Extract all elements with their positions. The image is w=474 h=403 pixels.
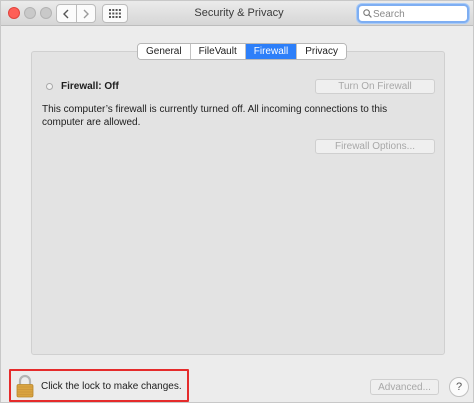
forward-button[interactable] [75,5,96,22]
search-field[interactable] [357,4,469,23]
preferences-window: Security & Privacy General FileVault Fir… [0,0,474,403]
close-button[interactable] [8,7,20,19]
grid-icon [109,9,121,18]
firewall-status: Firewall: Off [61,81,119,92]
chevron-left-icon [63,9,69,18]
zoom-button[interactable] [40,7,52,19]
tab-bar: General FileVault Firewall Privacy [137,43,347,60]
advanced-button[interactable]: Advanced... [370,379,439,395]
tab-filevault[interactable]: FileVault [190,44,246,59]
show-all-button[interactable] [102,4,128,23]
search-input[interactable] [373,7,465,21]
lock-message[interactable]: Click the lock to make changes. [41,381,182,392]
title-bar: Security & Privacy [1,1,473,26]
help-button[interactable]: ? [449,377,469,397]
firewall-description: This computer’s firewall is currently tu… [42,104,388,128]
turn-on-firewall-button[interactable]: Turn On Firewall [315,79,435,94]
firewall-status-indicator [46,83,53,90]
tab-privacy[interactable]: Privacy [297,44,346,59]
window-title: Security & Privacy [194,7,284,19]
back-button[interactable] [57,5,76,22]
tab-general[interactable]: General [138,44,191,59]
firewall-options-button[interactable]: Firewall Options... [315,139,435,154]
chevron-right-icon [83,9,89,18]
minimize-button[interactable] [24,7,36,19]
search-icon [363,9,372,18]
lock-icon[interactable] [15,374,35,398]
tab-firewall[interactable]: Firewall [245,44,298,59]
firewall-panel: Firewall: Off Turn On Firewall This comp… [31,51,445,355]
back-forward-buttons [56,4,96,23]
